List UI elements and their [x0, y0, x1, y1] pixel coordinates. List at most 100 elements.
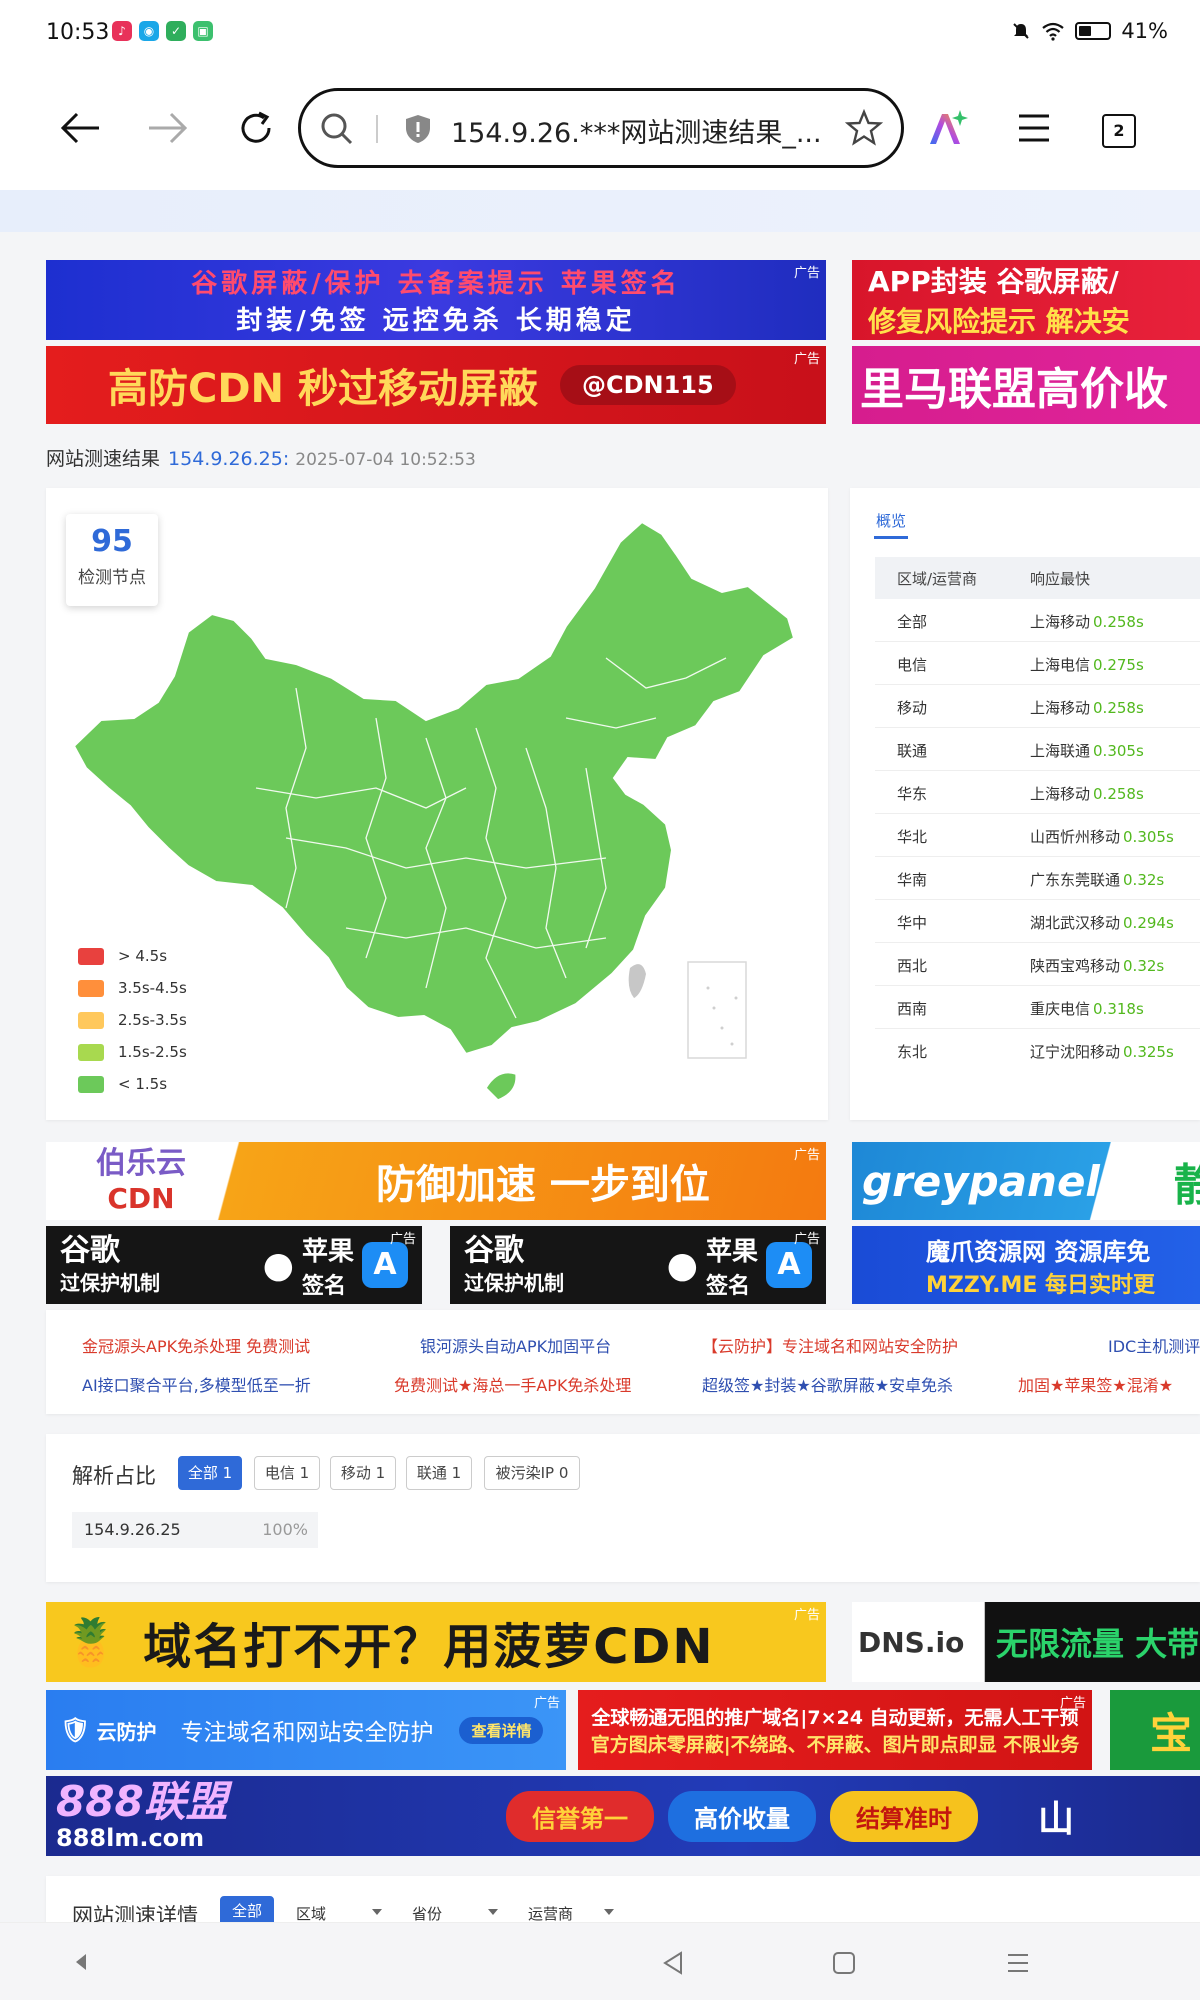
ad-brand-name: 云防护	[96, 1719, 157, 1744]
table-row[interactable]: 华中 湖北武汉移动 0.294s	[875, 900, 1200, 943]
response-time: 0.32s	[1123, 871, 1165, 889]
ad-banner-mzzy[interactable]: 魔爪资源网 资源库免 MZZY.ME 每日实时更	[852, 1226, 1200, 1304]
ad-link[interactable]: 银河源头自动APK加固平台	[420, 1333, 611, 1357]
ad-cta-button[interactable]: 查看详情	[459, 1716, 544, 1744]
legend-item[interactable]: 2.5s-3.5s	[78, 1004, 187, 1036]
back-triangle-icon[interactable]	[662, 1951, 684, 1975]
isp-select-value: 运营商	[528, 1905, 574, 1923]
fastest-cell: 上海电信 0.275s	[1030, 654, 1144, 675]
table-row[interactable]: 联通 上海联通 0.305s	[875, 728, 1200, 771]
region-cell: 西南	[897, 1000, 928, 1018]
legend-swatch	[78, 1011, 104, 1029]
ad-text: 苹果	[705, 1236, 758, 1267]
legend-label: > 4.5s	[118, 947, 168, 965]
node-name: 上海移动	[1030, 699, 1091, 717]
table-row[interactable]: 电信 上海电信 0.275s	[875, 642, 1200, 685]
ad-banner-pineapple-cdn[interactable]: 🍍 域名打不开？用菠萝CDN 广告	[46, 1602, 826, 1682]
fastest-cell: 重庆电信 0.318s	[1030, 998, 1144, 1019]
ad-link[interactable]: 金冠源头APK免杀处理 免费测试	[82, 1333, 310, 1357]
ad-banner-alliance[interactable]: 里马联盟高价收	[852, 346, 1200, 424]
ad-text: 谷歌	[60, 1232, 120, 1268]
table-row[interactable]: 东北 辽宁沈阳移动 0.325s	[875, 1029, 1200, 1072]
apple-icon: ●	[666, 1244, 698, 1286]
legend-item[interactable]: 3.5s-4.5s	[78, 972, 187, 1004]
ad-brand: 888联盟 888lm.com	[56, 1780, 476, 1853]
ad-text: 过保护机制	[464, 1270, 564, 1295]
fastest-cell: 上海移动 0.258s	[1030, 783, 1144, 804]
tested-ip-link[interactable]: 154.9.26.25:	[168, 448, 289, 470]
response-time: 0.258s	[1093, 785, 1144, 803]
ad-banner-bole-cloud[interactable]: 伯乐云 CDN 防御加速 一步到位 广告	[46, 1142, 826, 1220]
ad-banner-greypanel[interactable]: greypanel 静	[852, 1142, 1200, 1220]
table-row[interactable]: 西南 重庆电信 0.318s	[875, 986, 1200, 1029]
node-name: 陕西宝鸡移动	[1030, 957, 1121, 975]
home-square-icon[interactable]	[832, 1951, 856, 1975]
ad-banner-google-shield[interactable]: 谷歌屏蔽/保护 去备案提示 苹果签名 封装/免签 远控免杀 长期稳定 广告	[46, 260, 826, 340]
legend-item[interactable]: > 4.5s	[78, 940, 187, 972]
fastest-cell: 广东东莞联通 0.32s	[1030, 869, 1164, 890]
reload-button[interactable]	[230, 102, 282, 154]
bookmark-star-icon[interactable]	[845, 109, 883, 147]
ad-link[interactable]: 超级签★封装★谷歌屏蔽★安卓免杀	[702, 1372, 953, 1396]
page-header-band	[0, 190, 1200, 232]
ad-text: MZZY.ME 每日实时更	[926, 1273, 1156, 1298]
filter-chip-polluted[interactable]: 被污染IP 0	[484, 1456, 580, 1490]
ad-banner-cdn115[interactable]: 高防CDN 秒过移动屏蔽 @CDN115 广告	[46, 346, 826, 424]
ad-text: 专注域名和网站安全防护	[180, 1720, 434, 1746]
ai-assistant-button[interactable]	[920, 102, 972, 154]
legend-swatch	[78, 1043, 104, 1061]
table-row[interactable]: 华东 上海移动 0.258s	[875, 771, 1200, 814]
ad-banner-side[interactable]: 宝	[1110, 1690, 1200, 1770]
ad-banner-google-apple-2[interactable]: 谷歌 过保护机制 ● 苹果 签名 A 广告	[450, 1226, 826, 1304]
ad-tag: 广告	[793, 1608, 820, 1623]
tab-overview[interactable]: 概览	[876, 510, 906, 531]
forward-button[interactable]	[142, 102, 194, 154]
security-app-icon: ✓	[166, 21, 186, 41]
filter-chip-all[interactable]: 全部 1	[178, 1456, 242, 1490]
test-datetime: 2025-07-04 10:52:53	[295, 450, 476, 470]
response-time: 0.32s	[1123, 957, 1165, 975]
fastest-cell: 湖北武汉移动 0.294s	[1030, 912, 1174, 933]
ad-text: 修复风险提示 解决安	[868, 305, 1130, 338]
node-name: 山西忻州移动	[1030, 828, 1121, 846]
recents-menu-icon[interactable]	[1006, 1951, 1030, 1975]
ad-banner-app-package[interactable]: APP封装 谷歌屏蔽/ 修复风险提示 解决安	[852, 260, 1200, 340]
fastest-cell: 山西忻州移动 0.305s	[1030, 826, 1174, 847]
ad-link[interactable]: IDC主机测评	[1108, 1333, 1200, 1357]
table-row[interactable]: 华南 广东东莞联通 0.32s	[875, 857, 1200, 900]
ad-banner-dnsio[interactable]: DNS.io 无限流量 大带	[852, 1602, 1200, 1682]
music-app-icon: ♪	[112, 21, 132, 41]
table-row[interactable]: 移动 上海移动 0.258s	[875, 685, 1200, 728]
node-count-box: 95 检测节点	[66, 514, 158, 606]
map-hainan[interactable]	[485, 1071, 517, 1101]
apple-icon: ●	[262, 1244, 294, 1286]
legend-item[interactable]: 1.5s-2.5s	[78, 1036, 187, 1068]
table-row[interactable]: 全部 上海移动 0.258s	[875, 599, 1200, 642]
back-button[interactable]	[54, 102, 106, 154]
ad-text: 苹果	[301, 1236, 354, 1267]
ad-banner-cloud-protect[interactable]: 🛡 云防护 专注域名和网站安全防护 查看详情 广告	[46, 1690, 566, 1770]
filter-chip-mobile[interactable]: 移动 1	[330, 1456, 396, 1490]
tab-switcher-button[interactable]: 2	[1102, 114, 1136, 148]
ad-text: 高防CDN 秒过移动屏蔽	[108, 366, 538, 412]
forward-arrow-icon	[149, 112, 188, 144]
ad-banner-888lm[interactable]: 888联盟 888lm.com 信誉第一 高价收量 结算准时 山	[46, 1776, 1200, 1856]
fastest-cell: 上海移动 0.258s	[1030, 611, 1144, 632]
legend-item[interactable]: < 1.5s	[78, 1068, 187, 1100]
filter-chip-unicom[interactable]: 联通 1	[406, 1456, 472, 1490]
ad-link[interactable]: 免费测试★海总一手APK免杀处理	[394, 1372, 631, 1396]
ad-banner-promo-domain[interactable]: 全球畅通无阻的推广域名|7×24 自动更新，无需人工干预 官方图床零屏蔽|不绕路…	[578, 1690, 1092, 1770]
ad-link[interactable]: 加固★苹果签★混淆★	[1018, 1372, 1173, 1396]
resolved-percent: 100%	[262, 1520, 308, 1539]
filter-chip-telecom[interactable]: 电信 1	[254, 1456, 320, 1490]
status-time: 10:53	[46, 20, 110, 45]
collapse-icon[interactable]	[74, 1953, 88, 1971]
ad-link[interactable]: AI接口聚合平台,多模型低至一折	[82, 1372, 311, 1396]
ad-banner-google-apple-1[interactable]: 谷歌 过保护机制 ● 苹果 签名 A 广告	[46, 1226, 422, 1304]
menu-button[interactable]	[1008, 102, 1060, 154]
table-row[interactable]: 华北 山西忻州移动 0.305s	[875, 814, 1200, 857]
ad-brand-sub: CDN	[107, 1182, 175, 1215]
address-bar[interactable]: 154.9.26.***网站测速结果_...	[298, 88, 904, 168]
ad-link[interactable]: 【云防护】专注域名和网站安全防护	[702, 1333, 958, 1357]
table-row[interactable]: 西北 陕西宝鸡移动 0.32s	[875, 943, 1200, 986]
